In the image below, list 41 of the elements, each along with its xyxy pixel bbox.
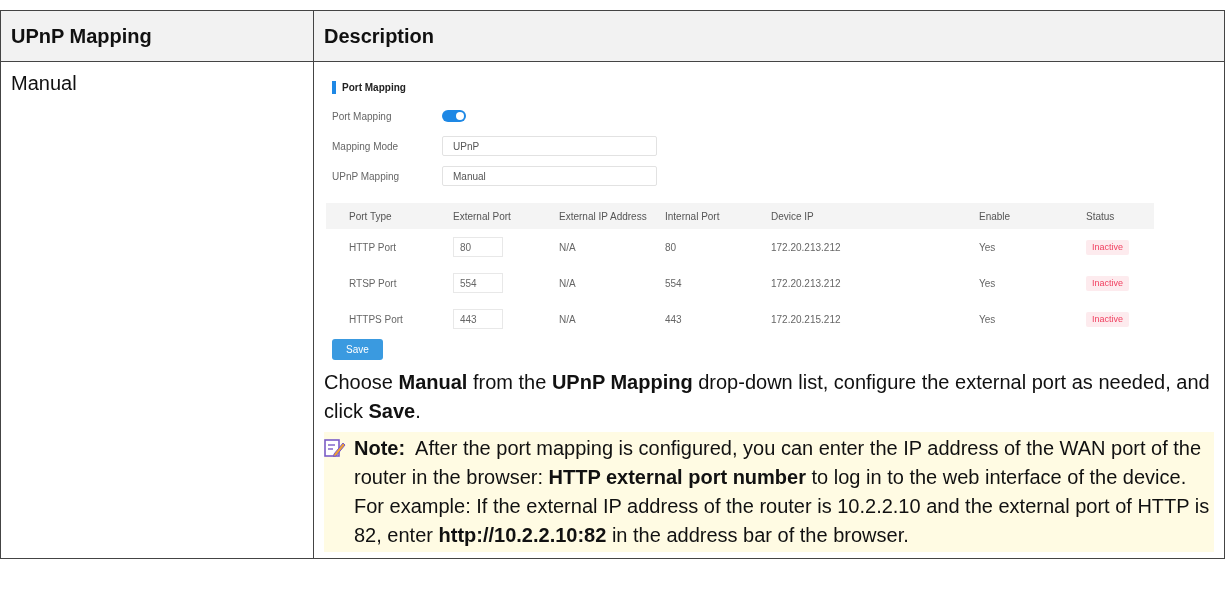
column-header: Port Type bbox=[349, 209, 393, 224]
column-header: Status bbox=[1086, 209, 1116, 224]
status-badge: Inactive bbox=[1086, 239, 1130, 256]
port-input[interactable]: 554 bbox=[453, 273, 503, 293]
dropdown-field[interactable]: UPnP bbox=[442, 136, 657, 156]
table-cell-text: Yes bbox=[979, 276, 997, 291]
table-cell-text: 172.20.215.212 bbox=[771, 312, 842, 327]
panel-title: Port Mapping bbox=[332, 80, 406, 95]
column-header: Device IP bbox=[771, 209, 815, 224]
status-badge: Inactive bbox=[1086, 275, 1130, 292]
table-cell-text: Yes bbox=[979, 240, 997, 255]
table-cell-text: Yes bbox=[979, 312, 997, 327]
status-badge: Inactive bbox=[1086, 311, 1130, 328]
table-cell-text: 172.20.213.212 bbox=[771, 276, 842, 291]
note-pencil-icon bbox=[324, 438, 346, 458]
port-input[interactable]: 443 bbox=[453, 309, 503, 329]
field-label: Port Mapping bbox=[332, 109, 393, 124]
column-header: UPnP Mapping bbox=[0, 10, 314, 62]
port-input[interactable]: 80 bbox=[453, 237, 503, 257]
table-cell-text: HTTPS Port bbox=[349, 312, 404, 327]
table-cell-text: N/A bbox=[559, 312, 577, 327]
table-cell-text: RTSP Port bbox=[349, 276, 398, 291]
dropdown-field[interactable]: Manual bbox=[442, 166, 657, 186]
toggle-switch[interactable] bbox=[442, 110, 466, 122]
table-cell-text: N/A bbox=[559, 240, 577, 255]
column-header: Enable bbox=[979, 209, 1012, 224]
column-header: Description bbox=[313, 10, 1225, 62]
table-cell: Manual bbox=[0, 61, 314, 559]
table-cell-text: 172.20.213.212 bbox=[771, 240, 842, 255]
table-cell-text: 80 bbox=[665, 240, 678, 255]
column-header: External IP Address bbox=[559, 209, 648, 224]
table-cell-text: 443 bbox=[665, 312, 683, 327]
column-header: External Port bbox=[453, 209, 512, 224]
instruction-text: Choose Manual from the UPnP Mapping drop-down list, configure the external port as needed, and click Save. bbox=[324, 370, 1211, 424]
table-cell-text: HTTP Port bbox=[349, 240, 398, 255]
note-text: Note: After the port mapping is configured, you can enter the IP address of the WAN port of the router in the browser: HTTP external port number to log in to the web interface of the device. For example: If the external IP address of the router is 10.2.2.10 and the external port of HTTP is 82, enter http://10.2.2.10:82 in the address bar of the browser. bbox=[354, 436, 1211, 548]
field-label: UPnP Mapping bbox=[332, 169, 401, 184]
table-cell-text: N/A bbox=[559, 276, 577, 291]
column-header: Internal Port bbox=[665, 209, 721, 224]
table-cell-text: 554 bbox=[665, 276, 683, 291]
field-label: Mapping Mode bbox=[332, 139, 400, 154]
